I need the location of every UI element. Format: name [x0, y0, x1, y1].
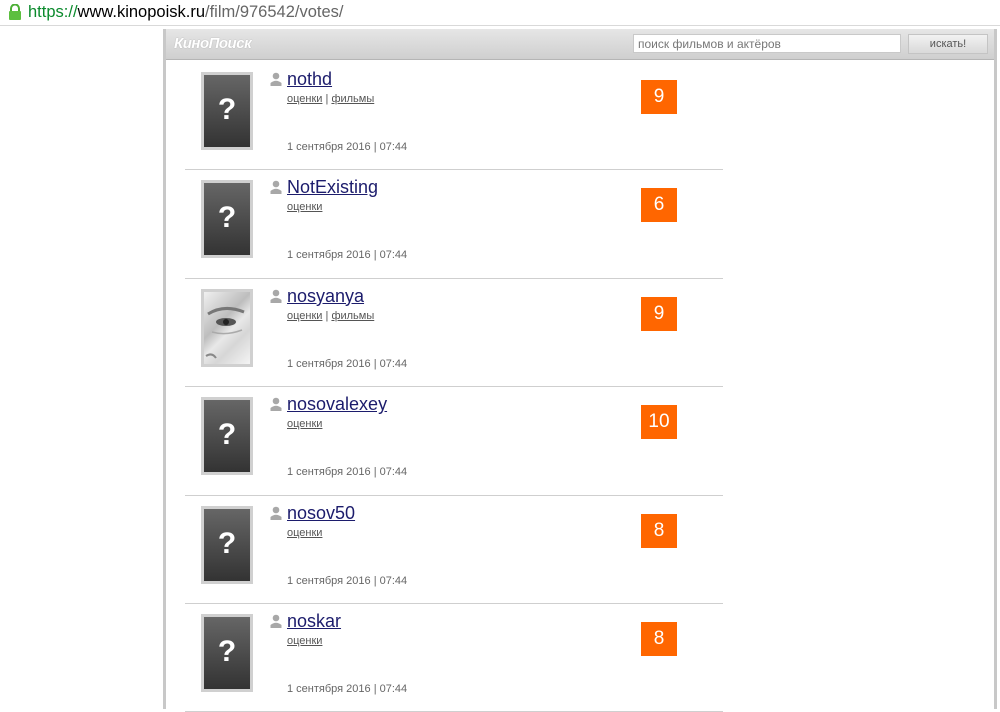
- score-badge: 6: [641, 188, 677, 223]
- username-link[interactable]: NotExisting: [287, 176, 378, 198]
- ratings-link[interactable]: оценки: [287, 635, 322, 647]
- user-icon: [270, 614, 282, 628]
- username-link[interactable]: nosovalexey: [287, 393, 387, 415]
- site-header: КиноПоиск искать!: [166, 29, 994, 60]
- avatar[interactable]: ?: [201, 505, 253, 584]
- vote-date: 1 сентября 2016 | 07:44: [287, 682, 408, 695]
- address-bar[interactable]: https://www.kinopoisk.ru/film/976542/vot…: [0, 0, 1000, 26]
- link-separator: |: [325, 309, 329, 322]
- vote-row: nosyanya оценки | фильмы 1 сентября 2016 |…: [185, 279, 723, 388]
- vote-row: ? nothd оценки | фильмы 1 сентября 2016 | 0…: [185, 62, 723, 171]
- lock-icon: [9, 4, 21, 20]
- vote-date: 1 сентября 2016 | 07:44: [287, 466, 408, 479]
- username-link[interactable]: nothd: [287, 68, 332, 90]
- vote-date: 1 сентября 2016 | 07:44: [287, 357, 408, 370]
- films-link[interactable]: фильмы: [331, 310, 374, 322]
- url-protocol: https://: [28, 3, 78, 21]
- user-icon: [270, 506, 282, 520]
- search-input[interactable]: [633, 34, 901, 53]
- question-mark-icon: ?: [217, 634, 237, 668]
- score-badge: 10: [641, 405, 677, 440]
- user-icon: [270, 72, 282, 86]
- question-mark-icon: ?: [217, 93, 237, 126]
- vote-row: ? nosov50 оценки 1 сентября 2016 | 07:44 8: [185, 496, 723, 604]
- user-links: оценки: [287, 418, 322, 431]
- user-links: оценки: [287, 635, 322, 648]
- vote-date: 1 сентября 2016 | 07:44: [287, 141, 408, 153]
- user-links: оценки | фильмы: [287, 310, 374, 323]
- username-link[interactable]: nosov50: [287, 502, 355, 524]
- user-links: оценки: [287, 527, 322, 540]
- site-logo[interactable]: КиноПоиск: [174, 35, 252, 52]
- avatar-placeholder: ?: [204, 508, 250, 581]
- user-icon: [270, 397, 282, 412]
- vote-row: ? nosovalexey оценки 1 сентября 2016 | 07:4…: [185, 387, 723, 496]
- avatar-placeholder: ?: [204, 616, 250, 689]
- ratings-link[interactable]: оценки: [287, 527, 322, 539]
- face-photo: [205, 306, 245, 359]
- search-button[interactable]: искать!: [908, 34, 988, 54]
- avatar[interactable]: ?: [201, 72, 253, 150]
- ratings-link[interactable]: оценки: [287, 93, 322, 105]
- vote-row: ? NotExisting оценки 1 сентября 2016 | 07:4…: [185, 170, 723, 279]
- user-links: оценки: [287, 201, 322, 214]
- ratings-link[interactable]: оценки: [287, 201, 322, 213]
- user-photo: [204, 291, 250, 364]
- votes-list: ? nothd оценки | фильмы 1 сентября 2016 | 0…: [185, 62, 723, 712]
- question-mark-icon: ?: [217, 526, 237, 560]
- url-path: /film/976542/votes/: [205, 3, 344, 21]
- avatar[interactable]: [201, 288, 253, 367]
- score-badge: 9: [641, 296, 677, 331]
- avatar[interactable]: ?: [201, 397, 253, 476]
- avatar-placeholder: ?: [204, 183, 250, 256]
- username-link[interactable]: noskar: [287, 610, 341, 632]
- avatar[interactable]: ?: [201, 613, 253, 692]
- link-separator: |: [325, 93, 329, 105]
- ratings-link[interactable]: оценки: [287, 418, 322, 430]
- avatar-placeholder: ?: [204, 400, 250, 473]
- vote-date: 1 сентября 2016 | 07:44: [287, 574, 408, 587]
- avatar[interactable]: ?: [201, 180, 253, 259]
- score-badge: 9: [641, 80, 677, 114]
- question-mark-icon: ?: [217, 201, 237, 235]
- ratings-link[interactable]: оценки: [287, 310, 322, 322]
- avatar-placeholder: ?: [204, 75, 250, 147]
- score-badge: 8: [641, 621, 677, 656]
- url-host: www.kinopoisk.ru: [77, 3, 205, 21]
- url-text[interactable]: https://www.kinopoisk.ru/film/976542/vot…: [28, 2, 344, 22]
- vote-date: 1 сентября 2016 | 07:44: [287, 249, 408, 262]
- username-link[interactable]: nosyanya: [287, 285, 364, 307]
- score-badge: 8: [641, 513, 677, 548]
- films-link[interactable]: фильмы: [331, 93, 374, 105]
- vote-row: ? noskar оценки 1 сентября 2016 | 07:44 8: [185, 604, 723, 712]
- user-links: оценки | фильмы: [287, 93, 374, 106]
- user-icon: [270, 289, 282, 303]
- question-mark-icon: ?: [217, 418, 237, 452]
- user-icon: [270, 181, 282, 195]
